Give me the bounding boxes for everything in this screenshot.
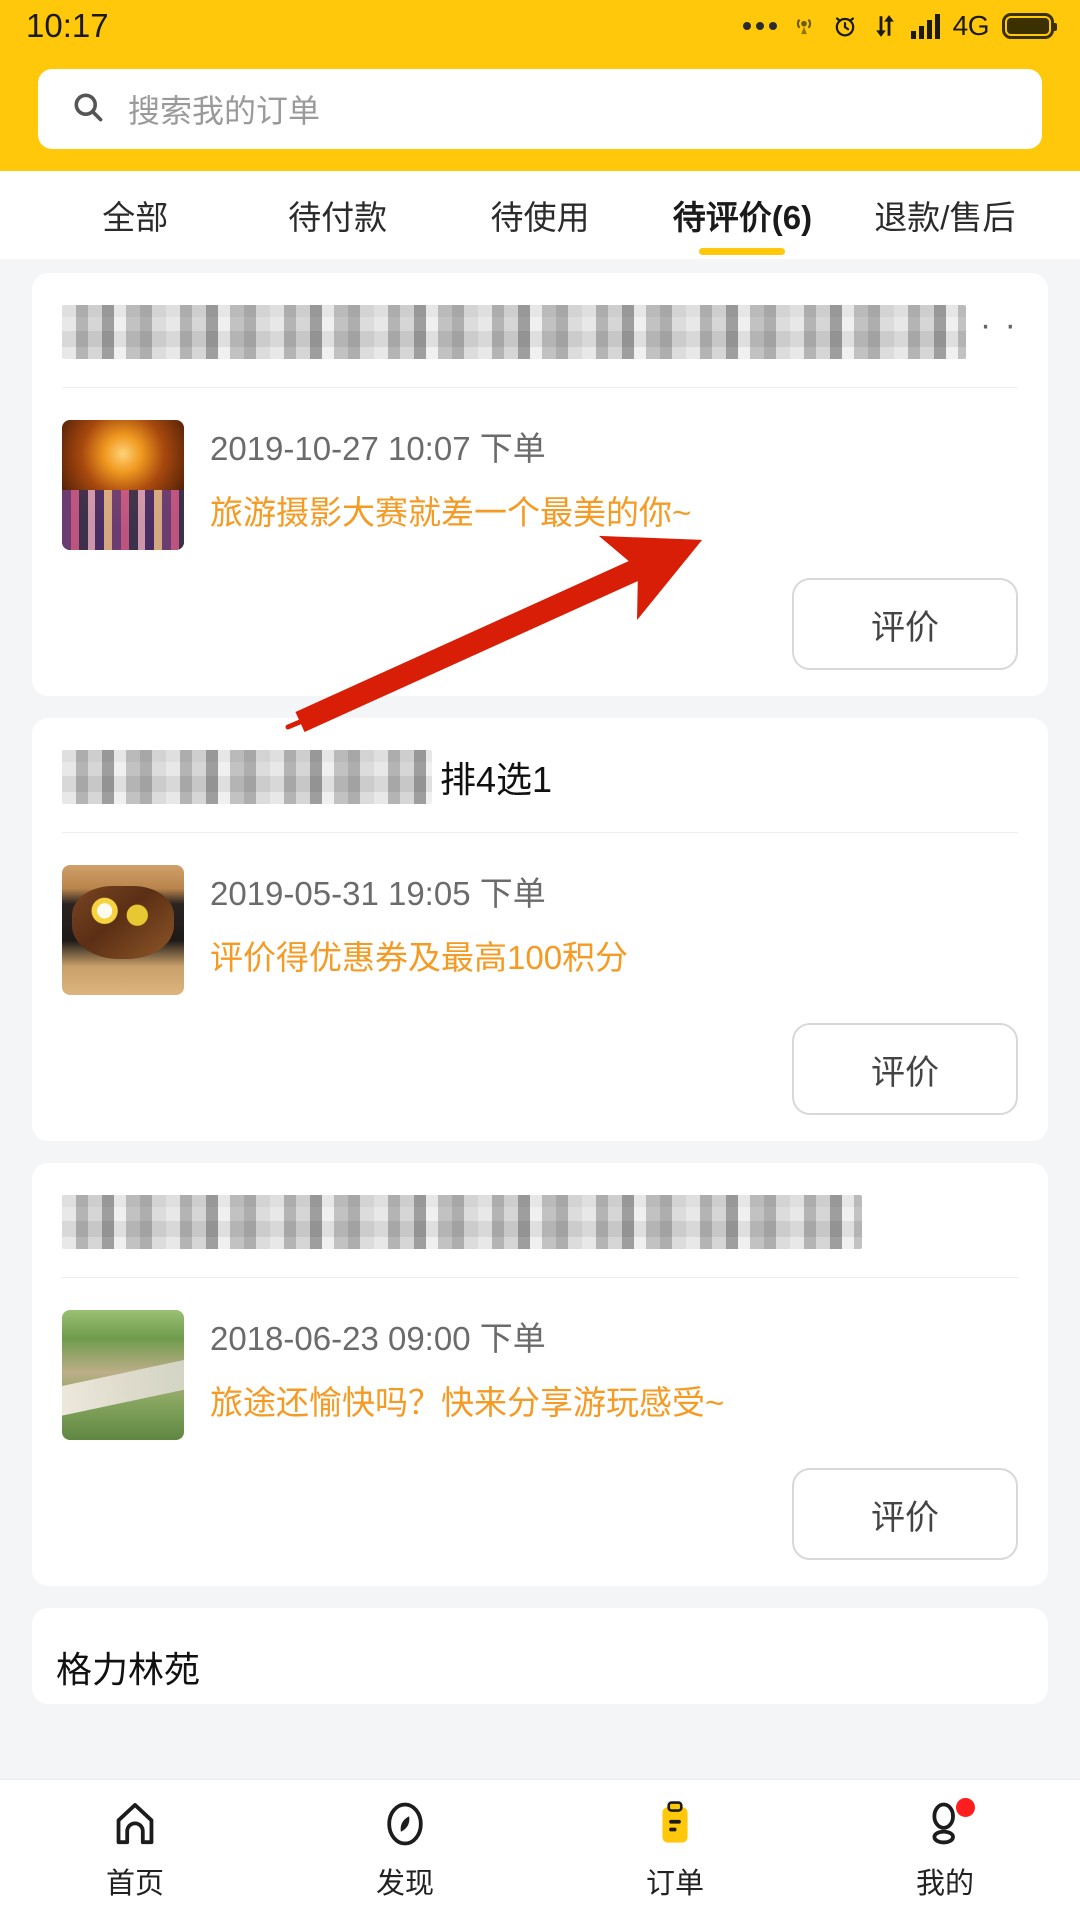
order-title-row: 排4选1 <box>62 746 1018 808</box>
order-promo-text: 评价得优惠券及最高100积分 <box>210 939 629 976</box>
tab-label: 全部 <box>102 199 169 236</box>
status-icons: 4G <box>742 10 1057 42</box>
order-date: 2019-05-31 19:05 下单 <box>210 875 546 912</box>
search-icon <box>70 89 106 130</box>
nav-label: 订单 <box>645 1868 704 1900</box>
order-list[interactable]: · · 2019-10-27 10:07 下单 旅游摄影大赛就差一个最美的你~ … <box>0 259 1080 1860</box>
tab-label: 待使用 <box>490 199 590 236</box>
nav-label: 发现 <box>375 1868 434 1900</box>
alarm-clock-icon <box>831 12 859 40</box>
nav-item-discover[interactable]: 发现 <box>270 1798 540 1902</box>
order-actions: 评价 <box>62 995 1018 1115</box>
order-date: 2019-10-27 10:07 下单 <box>210 430 546 467</box>
person-icon <box>919 1798 975 1850</box>
order-date: 2018-06-23 09:00 下单 <box>210 1320 546 1357</box>
signal-bars-icon <box>910 13 940 39</box>
order-promo-text: 旅游摄影大赛就差一个最美的你~ <box>210 494 692 531</box>
order-title-row: 格力林苑 <box>56 1636 1018 1698</box>
search-placeholder: 搜索我的订单 <box>128 93 321 129</box>
tab-pending-use[interactable]: 待使用 <box>439 171 641 259</box>
tab-pending-review[interactable]: 待评价(6) <box>641 171 843 259</box>
battery-icon <box>1002 13 1057 39</box>
order-title-row: · · <box>62 301 1018 363</box>
tab-underline <box>699 248 786 255</box>
status-time: 10:17 <box>26 7 109 44</box>
compass-icon <box>379 1798 431 1850</box>
data-transfer-icon <box>872 12 898 40</box>
hotspot-icon <box>790 12 818 40</box>
order-actions: 评价 <box>62 1440 1018 1560</box>
nav-label: 我的 <box>915 1868 974 1900</box>
order-thumbnail[interactable] <box>62 420 184 550</box>
tab-label: 退款/售后 <box>874 199 1016 236</box>
order-title-visible: 排4选1 <box>440 759 553 800</box>
order-title-redacted <box>62 305 966 359</box>
review-button[interactable]: 评价 <box>792 1468 1018 1560</box>
order-promo-text: 旅途还愉快吗？快来分享游玩感受~ <box>210 1384 725 1421</box>
search-header: 搜索我的订单 <box>0 52 1080 171</box>
tab-all[interactable]: 全部 <box>34 171 236 259</box>
order-more-icon[interactable]: · · <box>980 308 1018 345</box>
bottom-navigation-bar: 首页 发现 订单 我的 <box>0 1779 1080 1920</box>
review-button[interactable]: 评价 <box>792 578 1018 670</box>
order-status-tabs: 全部 待付款 待使用 待评价(6) 退款/售后 <box>0 171 1080 259</box>
tab-label: 待付款 <box>288 199 388 236</box>
order-title-redacted <box>62 1195 862 1249</box>
notification-badge <box>956 1798 975 1817</box>
order-card[interactable]: · · 2019-10-27 10:07 下单 旅游摄影大赛就差一个最美的你~ … <box>32 273 1048 696</box>
order-info: 2018-06-23 09:00 下单 旅途还愉快吗？快来分享游玩感受~ <box>210 1310 1018 1440</box>
clipboard-icon <box>649 1798 701 1850</box>
order-info: 2019-05-31 19:05 下单 评价得优惠券及最高100积分 <box>210 865 1018 995</box>
dots-icon <box>742 22 777 30</box>
status-bar: 10:17 4G <box>0 0 1080 52</box>
tab-refund-aftersales[interactable]: 退款/售后 <box>844 171 1046 259</box>
tab-label: 待评价(6) <box>672 199 813 236</box>
review-button[interactable]: 评价 <box>792 1023 1018 1115</box>
order-info: 2019-10-27 10:07 下单 旅游摄影大赛就差一个最美的你~ <box>210 420 1018 550</box>
order-card[interactable]: 2018-06-23 09:00 下单 旅途还愉快吗？快来分享游玩感受~ 评价 <box>32 1163 1048 1586</box>
nav-item-orders[interactable]: 订单 <box>540 1798 810 1902</box>
search-input[interactable]: 搜索我的订单 <box>38 69 1042 149</box>
order-actions: 评价 <box>62 550 1018 670</box>
order-thumbnail[interactable] <box>62 1310 184 1440</box>
order-body: 2018-06-23 09:00 下单 旅途还愉快吗？快来分享游玩感受~ <box>62 1278 1018 1440</box>
network-type-label: 4G <box>952 10 990 41</box>
order-title-row <box>62 1191 1018 1253</box>
home-icon <box>109 1798 161 1850</box>
order-card[interactable]: 格力林苑 <box>32 1608 1048 1704</box>
order-thumbnail[interactable] <box>62 865 184 995</box>
nav-label: 首页 <box>105 1868 164 1900</box>
order-body: 2019-05-31 19:05 下单 评价得优惠券及最高100积分 <box>62 833 1018 995</box>
order-title-visible: 格力林苑 <box>56 1649 201 1690</box>
order-card[interactable]: 排4选1 2019-05-31 19:05 下单 评价得优惠券及最高100积分 … <box>32 718 1048 1141</box>
order-body: 2019-10-27 10:07 下单 旅游摄影大赛就差一个最美的你~ <box>62 388 1018 550</box>
nav-item-profile[interactable]: 我的 <box>810 1798 1080 1902</box>
order-title-redacted <box>62 750 432 804</box>
tab-pending-payment[interactable]: 待付款 <box>236 171 438 259</box>
nav-item-home[interactable]: 首页 <box>0 1798 270 1902</box>
